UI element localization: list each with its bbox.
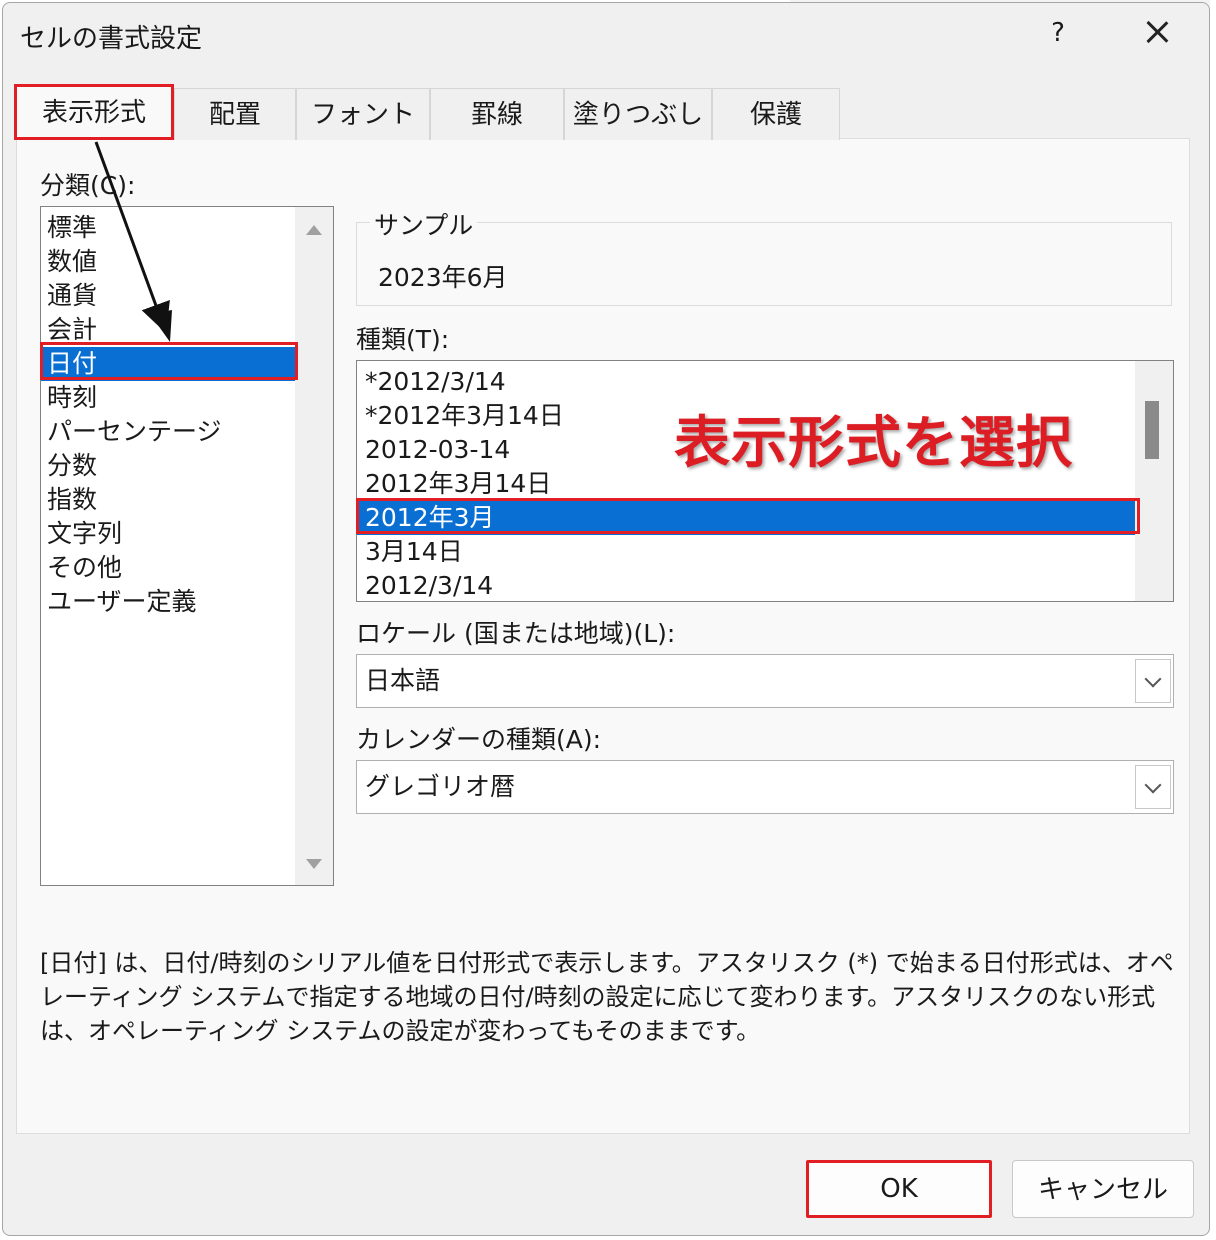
category-item[interactable]: 通貨: [41, 279, 297, 313]
calendar-value: グレゴリオ暦: [365, 772, 516, 801]
highlight-box-type: [356, 498, 1140, 534]
category-item[interactable]: ユーザー定義: [41, 585, 297, 619]
scrollbar-thumb[interactable]: [1145, 401, 1159, 459]
type-item[interactable]: 3月14日: [357, 535, 1135, 569]
tab-alignment[interactable]: 配置: [174, 88, 296, 140]
calendar-label: カレンダーの種類(A):: [356, 725, 602, 754]
highlight-box-category: [40, 342, 298, 380]
cancel-button[interactable]: キャンセル: [1012, 1160, 1194, 1218]
category-item[interactable]: 指数: [41, 483, 297, 517]
locale-select[interactable]: 日本語: [356, 654, 1174, 708]
ok-button[interactable]: OK: [806, 1160, 992, 1218]
sample-label: サンプル: [370, 206, 478, 242]
tab-protection[interactable]: 保護: [712, 88, 840, 140]
dialog-title: セルの書式設定: [20, 24, 203, 54]
tab-fill[interactable]: 塗りつぶし: [564, 88, 712, 140]
locale-dropdown-button[interactable]: [1135, 659, 1171, 703]
chevron-down-icon: [1144, 776, 1162, 794]
tab-border[interactable]: 罫線: [430, 88, 564, 140]
calendar-dropdown-button[interactable]: [1135, 765, 1171, 809]
type-list[interactable]: *2012/3/14 *2012年3月14日 2012-03-14 2012年3…: [356, 360, 1174, 602]
category-item[interactable]: 時刻: [41, 381, 297, 415]
category-label: 分類(C):: [40, 171, 136, 200]
sample-value: 2023年6月: [378, 263, 508, 292]
locale-label: ロケール (国または地域)(L):: [356, 619, 676, 648]
tab-number[interactable]: 表示形式: [14, 84, 174, 140]
calendar-select[interactable]: グレゴリオ暦: [356, 760, 1174, 814]
type-item[interactable]: *2012/3/14: [357, 365, 1135, 399]
category-item[interactable]: パーセンテージ: [41, 415, 297, 449]
scroll-up-icon[interactable]: [306, 225, 322, 235]
help-button[interactable]: ?: [1040, 18, 1076, 48]
chevron-down-icon: [1144, 670, 1162, 688]
type-label: 種類(T):: [356, 325, 450, 354]
type-item[interactable]: 2012/3/14: [357, 569, 1135, 601]
annotation-text: 表示形式を選択: [674, 411, 1073, 476]
tab-font[interactable]: フォント: [296, 88, 430, 140]
category-list[interactable]: 標準 数値 通貨 会計 日付 時刻 パーセンテージ 分数 指数 文字列 その他 …: [40, 206, 334, 886]
format-description: [日付] は、日付/時刻のシリアル値を日付形式で表示します。アスタリスク (*)…: [40, 949, 1174, 1045]
category-scrollbar[interactable]: [295, 207, 333, 885]
category-item[interactable]: 文字列: [41, 517, 297, 551]
category-item[interactable]: その他: [41, 551, 297, 585]
type-scrollbar[interactable]: [1135, 361, 1173, 601]
scroll-down-icon[interactable]: [306, 859, 322, 869]
locale-value: 日本語: [365, 666, 441, 695]
category-item[interactable]: 数値: [41, 245, 297, 279]
category-item[interactable]: 分数: [41, 449, 297, 483]
category-item[interactable]: 標準: [41, 211, 297, 245]
close-icon[interactable]: [1136, 10, 1180, 54]
